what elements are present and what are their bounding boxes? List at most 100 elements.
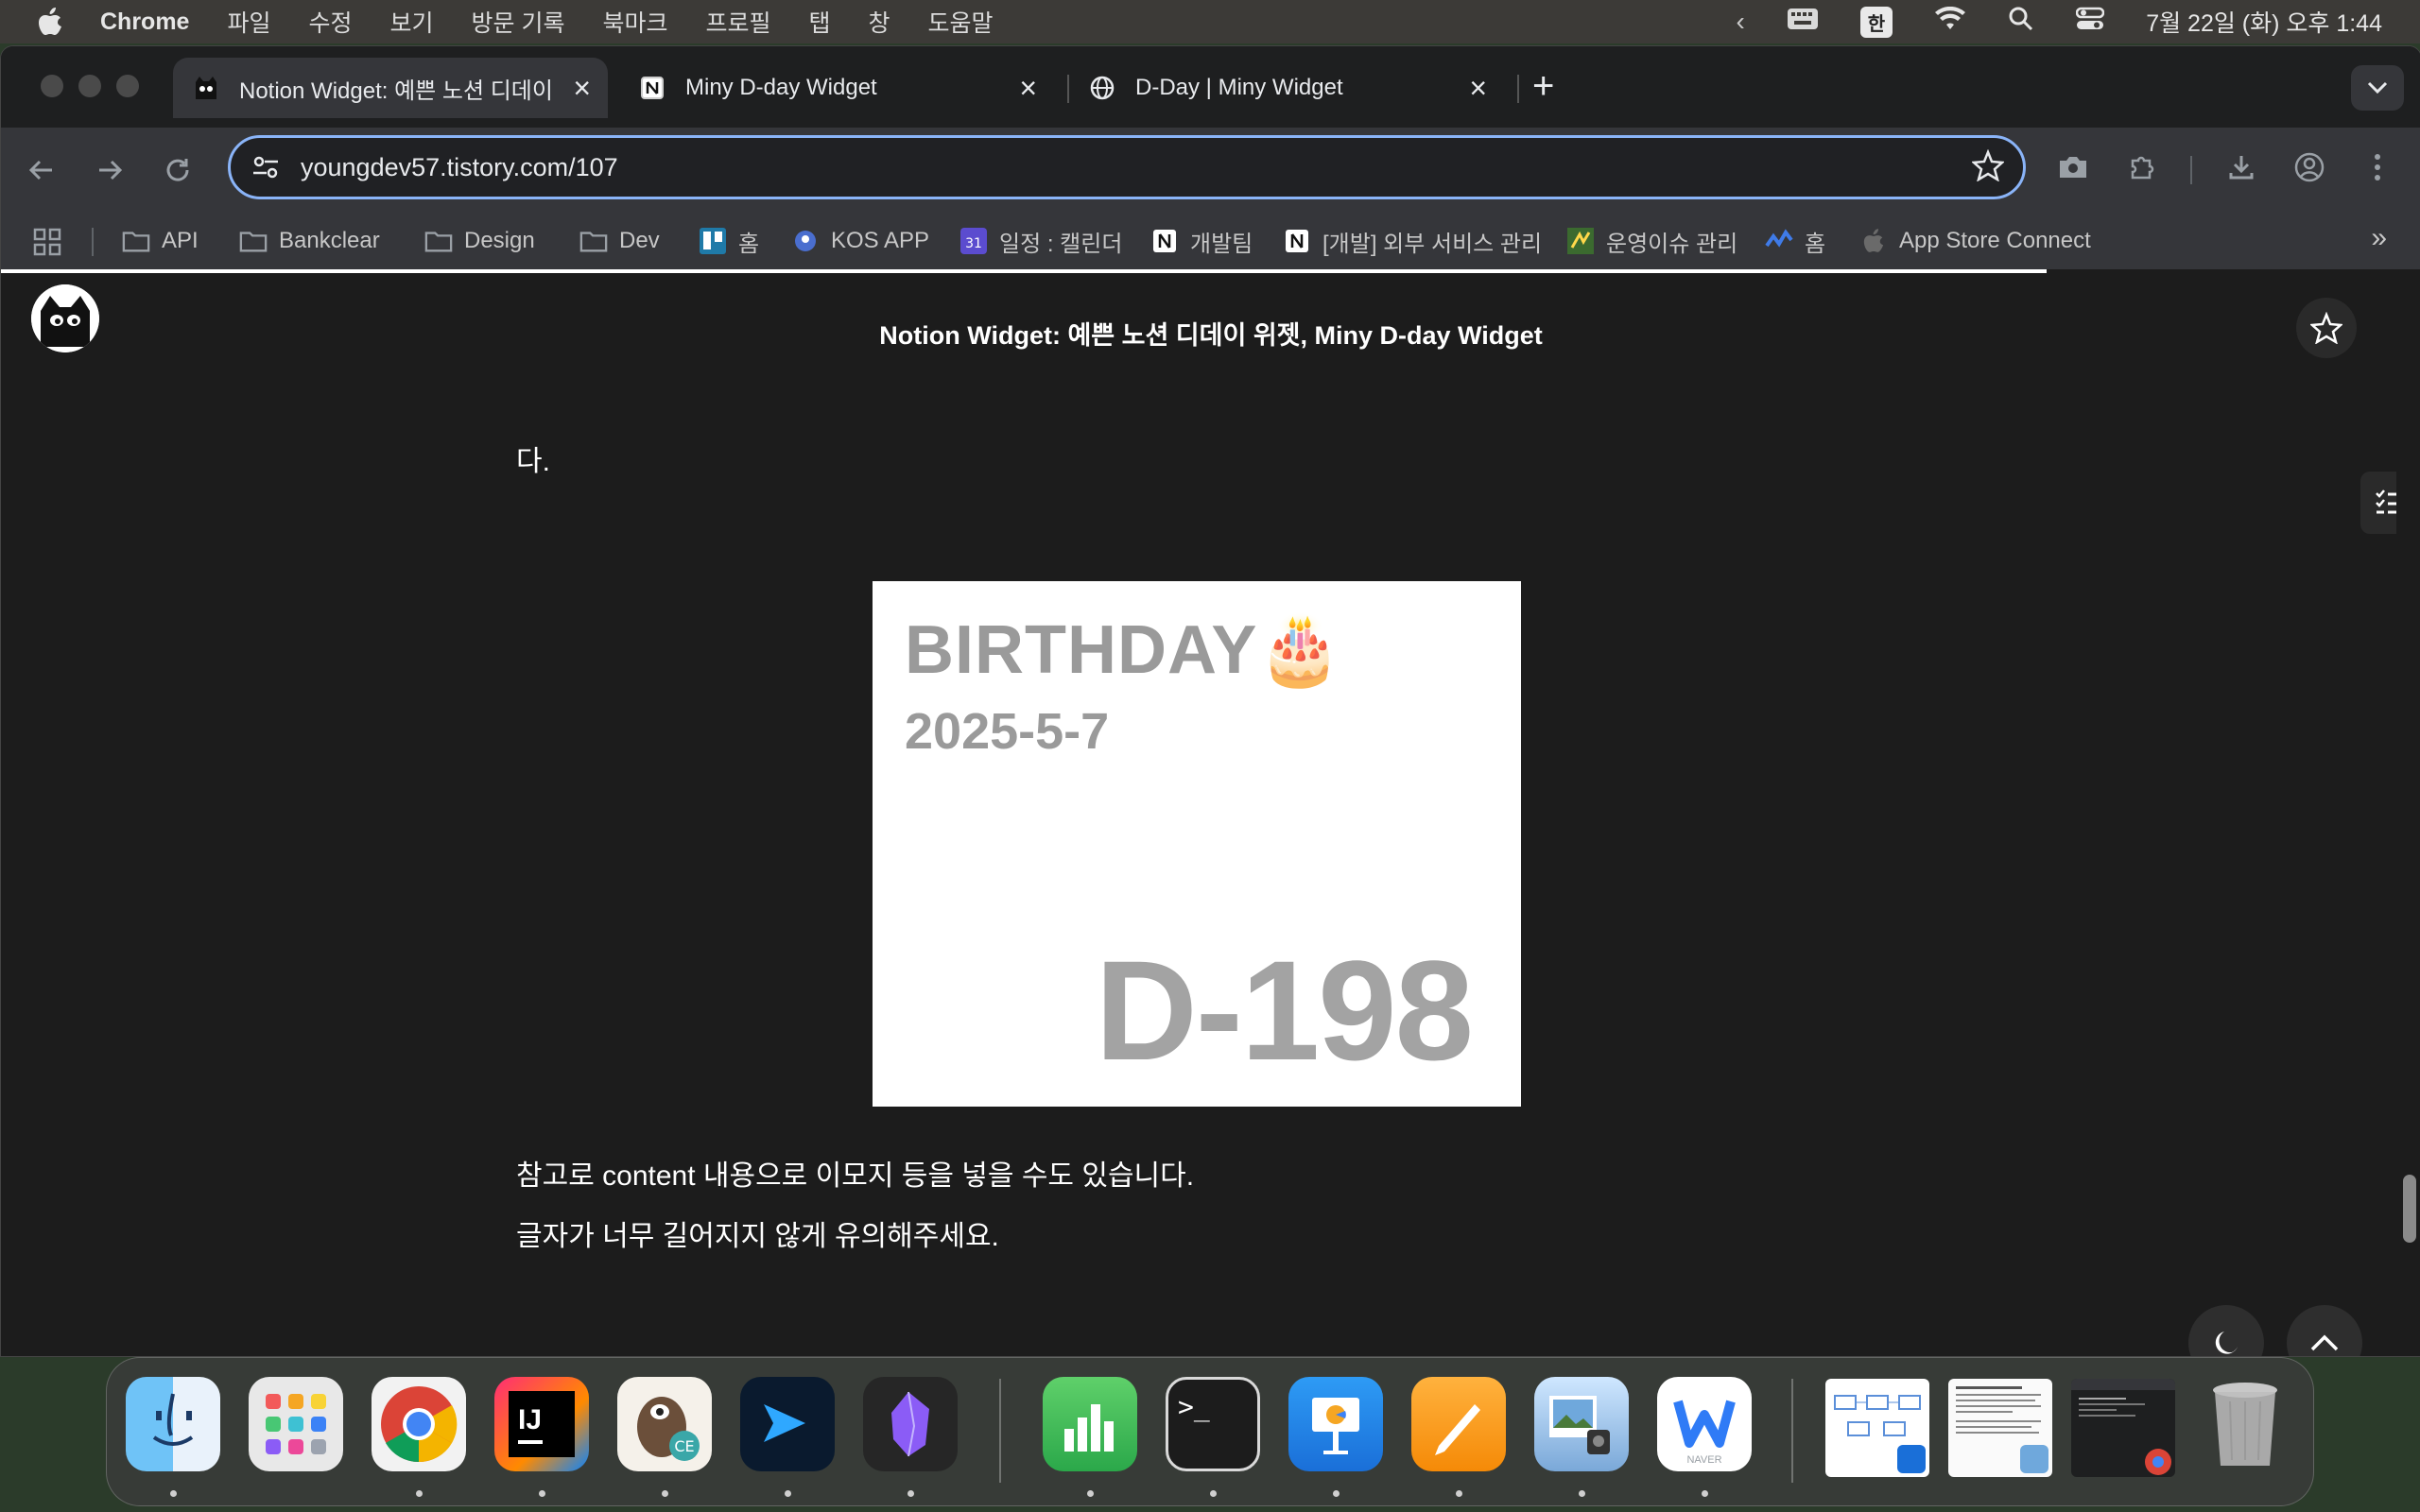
numbers-icon[interactable] xyxy=(1043,1377,1137,1471)
bookmark-label: 홈 xyxy=(738,231,760,257)
bookmark-folder-bankclear[interactable]: Bankclear xyxy=(239,222,380,260)
menu-history[interactable]: 방문 기록 xyxy=(472,5,565,39)
launchpad-icon[interactable] xyxy=(249,1377,343,1471)
tab-title: Notion Widget: 예쁜 노션 디데이 xyxy=(239,77,553,104)
keynote-icon[interactable] xyxy=(1288,1377,1383,1471)
spotlight-search-icon[interactable] xyxy=(2008,6,2034,39)
bookmark-calendar[interactable]: 31 일정 : 캘린더 xyxy=(959,222,1122,260)
extensions-icon[interactable] xyxy=(2122,146,2164,188)
app-name-menu[interactable]: Chrome xyxy=(100,9,189,36)
bookmark-folder-api[interactable]: API xyxy=(122,222,199,260)
wave-icon xyxy=(1765,227,1793,255)
bookmark-star-icon[interactable] xyxy=(1970,148,2006,186)
minimized-window-document[interactable] xyxy=(1948,1379,2052,1477)
trello-icon xyxy=(699,227,727,255)
post-text-fragment: 다. xyxy=(516,446,550,477)
menu-help[interactable]: 도움말 xyxy=(928,5,994,39)
bookmark-trello-home[interactable]: 홈 xyxy=(699,222,759,260)
scrollbar[interactable] xyxy=(2396,269,2420,1356)
dbeaver-icon[interactable]: CE xyxy=(617,1377,712,1471)
intellij-icon[interactable]: IJ xyxy=(494,1377,589,1471)
running-indicator xyxy=(1210,1490,1217,1497)
minimized-window-chrome[interactable] xyxy=(2071,1379,2175,1477)
bookmark-label: Design xyxy=(464,228,535,253)
tab-miny-dday-widget[interactable]: Miny D-day Widget × xyxy=(619,58,1054,118)
input-method-indicator[interactable]: 한 xyxy=(1859,6,1893,38)
running-indicator xyxy=(785,1490,791,1497)
kebab-menu-icon[interactable] xyxy=(2357,146,2398,188)
bookmark-dev-team[interactable]: 개발팀 xyxy=(1150,222,1253,260)
menu-profiles[interactable]: 프로필 xyxy=(705,5,770,39)
new-tab-button[interactable]: + xyxy=(1532,65,1554,108)
svg-text:CE: CE xyxy=(674,1437,694,1455)
bookmark-external-services[interactable]: [개발] 외부 서비스 관리 xyxy=(1283,222,1542,260)
minimized-window-diagram[interactable] xyxy=(1825,1379,1929,1477)
menu-edit[interactable]: 수정 xyxy=(308,5,352,39)
finder-icon[interactable] xyxy=(126,1377,220,1471)
minimize-window-button[interactable] xyxy=(78,75,101,97)
back-button[interactable] xyxy=(20,148,63,192)
tab-dday-miny-widget[interactable]: D-Day | Miny Widget × xyxy=(1069,58,1504,118)
menu-view[interactable]: 보기 xyxy=(390,5,434,39)
trash-icon[interactable] xyxy=(2198,1377,2292,1471)
zoom-window-button[interactable] xyxy=(116,75,139,97)
scroll-to-top-button[interactable] xyxy=(2287,1305,2362,1356)
downloads-icon[interactable] xyxy=(2221,146,2262,188)
control-center-icon[interactable] xyxy=(2075,7,2105,38)
url-text[interactable]: youngdev57.tistory.com/107 xyxy=(301,153,618,182)
menu-window[interactable]: 창 xyxy=(869,5,890,39)
chevron-up-icon xyxy=(2310,1334,2339,1351)
terminal-icon[interactable]: >_ xyxy=(1166,1377,1260,1471)
keyboard-icon[interactable] xyxy=(1787,8,1819,37)
bookmark-label: 개발팀 xyxy=(1190,231,1253,257)
running-indicator xyxy=(662,1490,668,1497)
close-tab-icon[interactable]: × xyxy=(1469,71,1487,106)
reload-button[interactable] xyxy=(156,148,199,192)
close-tab-icon[interactable]: × xyxy=(1019,71,1037,106)
browser-toolbar: youngdev57.tistory.com/107 xyxy=(1,128,2420,215)
bookmark-ops-issues[interactable]: 운영이슈 관리 xyxy=(1566,222,1737,260)
apps-grid-icon[interactable] xyxy=(33,228,61,263)
close-tab-icon[interactable]: × xyxy=(573,71,591,106)
profile-icon[interactable] xyxy=(2289,146,2330,188)
clock-datetime[interactable]: 7월 22일 (화) 오후 1:44 xyxy=(2146,5,2382,39)
tab-search-button[interactable] xyxy=(2351,65,2404,111)
post-bookmark-button[interactable] xyxy=(2296,298,2357,358)
toolbar-divider xyxy=(2190,156,2192,184)
double-chevron-right-icon[interactable]: » xyxy=(2371,222,2387,254)
cat-logo-icon xyxy=(192,74,220,102)
kos-icon xyxy=(791,227,820,255)
preview-icon[interactable] xyxy=(1534,1377,1629,1471)
chrome-icon[interactable] xyxy=(372,1377,466,1471)
folder-icon xyxy=(239,227,268,255)
naver-whale-icon[interactable]: NAVER xyxy=(1657,1377,1752,1471)
bookmark-kos-app[interactable]: KOS APP xyxy=(791,222,929,260)
menu-file[interactable]: 파일 xyxy=(227,5,270,39)
menu-bookmarks[interactable]: 북마크 xyxy=(602,5,667,39)
macos-dock: IJ CE >_ NAVER xyxy=(106,1357,2314,1506)
tab-notion-widget-post[interactable]: Notion Widget: 예쁜 노션 디데이 × xyxy=(173,58,608,118)
apple-menu-icon[interactable] xyxy=(36,8,64,36)
notion-icon xyxy=(1283,227,1311,255)
bookmark-folder-design[interactable]: Design xyxy=(424,222,535,260)
site-info-icon[interactable] xyxy=(250,151,282,183)
running-indicator xyxy=(1579,1490,1585,1497)
close-window-button[interactable] xyxy=(41,75,63,97)
obsidian-icon[interactable] xyxy=(863,1377,958,1471)
folder-icon xyxy=(122,227,150,255)
camera-icon[interactable] xyxy=(2052,146,2094,188)
bookmark-folder-dev[interactable]: Dev xyxy=(579,222,660,260)
forward-button[interactable] xyxy=(88,148,131,192)
bookmark-wave-home[interactable]: 홈 xyxy=(1765,222,1825,260)
chevron-left-icon[interactable]: ‹ xyxy=(1736,7,1744,37)
scrollbar-thumb[interactable] xyxy=(2403,1175,2416,1243)
bookmark-app-store-connect[interactable]: App Store Connect xyxy=(1859,222,2091,260)
wifi-icon[interactable] xyxy=(1934,6,1966,38)
address-bar[interactable]: youngdev57.tistory.com/107 xyxy=(228,135,2026,199)
post-paragraph: 참고로 content 내용으로 이모지 등을 넣을 수도 있습니다. xyxy=(516,1160,1195,1192)
pages-icon[interactable] xyxy=(1411,1377,1506,1471)
blog-header: Notion Widget: 예쁜 노션 디데이 위젯, Miny D-day … xyxy=(1,273,2420,368)
menu-tab[interactable]: 탭 xyxy=(809,5,831,39)
dark-mode-toggle[interactable] xyxy=(2188,1305,2264,1356)
azure-data-studio-icon[interactable] xyxy=(740,1377,835,1471)
